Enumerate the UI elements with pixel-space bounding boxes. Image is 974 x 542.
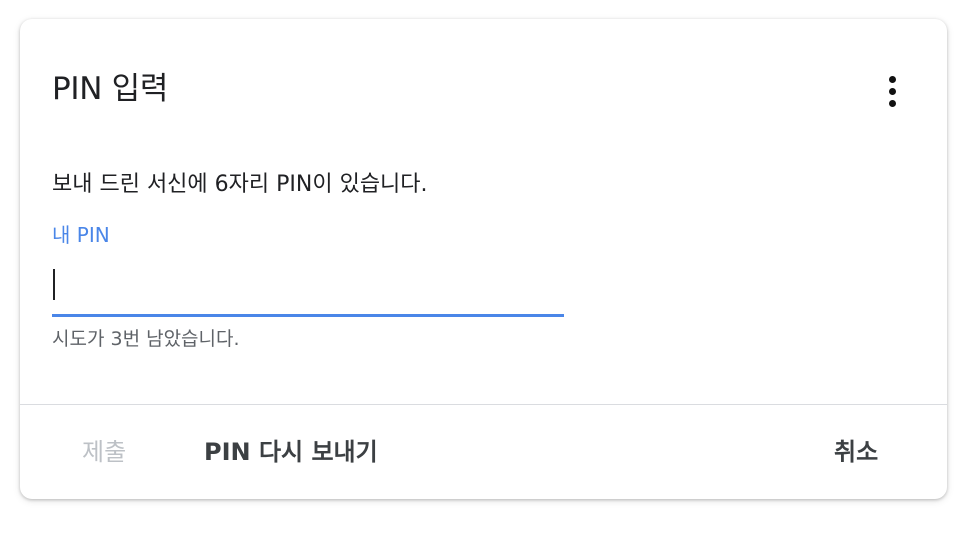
pin-input[interactable]	[52, 265, 564, 317]
resend-pin-button[interactable]: PIN 다시 보내기	[204, 429, 378, 475]
dot	[888, 99, 896, 107]
cancel-button[interactable]: 취소	[834, 429, 878, 475]
text-caret	[53, 269, 55, 300]
dot	[888, 75, 896, 83]
dialog-description: 보내 드린 서신에 6자리 PIN이 있습니다.	[52, 172, 428, 197]
pin-field-label: 내 PIN	[52, 223, 110, 247]
divider	[20, 404, 947, 405]
submit-button[interactable]: 제출	[82, 429, 126, 475]
more-vert-icon[interactable]	[874, 71, 910, 111]
pin-dialog: PIN 입력 보내 드린 서신에 6자리 PIN이 있습니다. 내 PIN 시도…	[20, 19, 947, 499]
dot	[888, 87, 896, 95]
dialog-title: PIN 입력	[52, 71, 169, 107]
attempts-remaining-text: 시도가 3번 남았습니다.	[52, 328, 240, 350]
